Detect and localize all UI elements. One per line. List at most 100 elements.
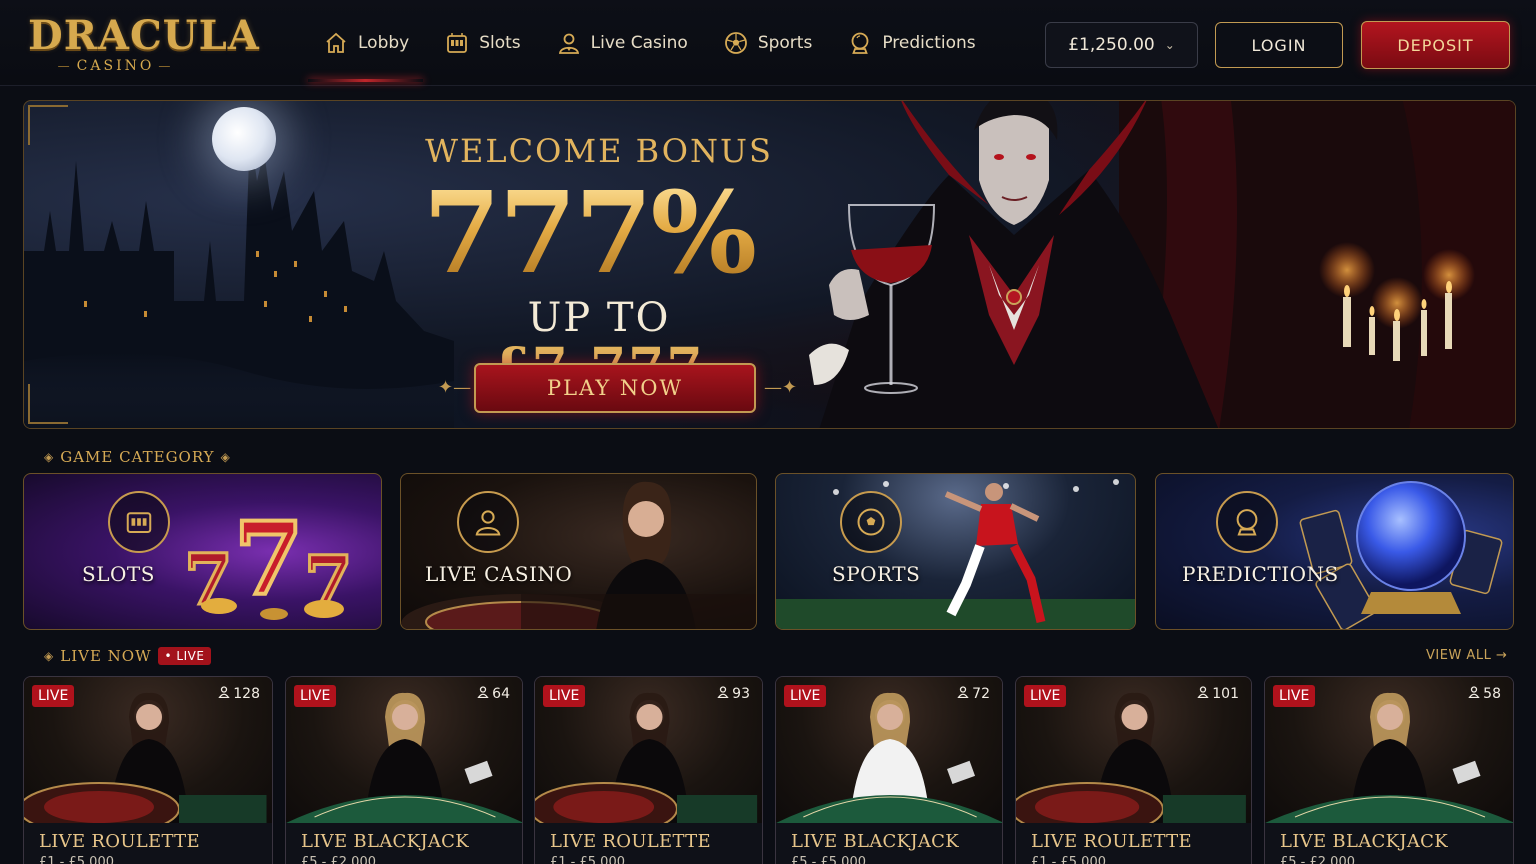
category-label: PREDICTIONS <box>1182 562 1339 586</box>
login-button[interactable]: LOGIN <box>1215 22 1343 68</box>
view-all-link[interactable]: VIEW ALL → <box>1426 648 1507 663</box>
viewer-count: 64 <box>477 686 510 702</box>
svg-text:7: 7 <box>234 500 304 618</box>
category-card-slots[interactable]: 7 7 7 SLOTS <box>23 473 382 630</box>
category-label: LIVE CASINO <box>425 562 573 586</box>
live-game-card[interactable]: LIVE 64 LIVE BLACKJACK £5 - £2,000 <box>285 676 523 864</box>
live-badge: LIVE <box>32 685 75 707</box>
nav-item-predictions[interactable]: Predictions <box>832 0 989 86</box>
viewer-count: 128 <box>218 686 260 702</box>
user-icon <box>717 686 729 702</box>
dealer-icon <box>555 29 583 57</box>
main-nav: Lobby Slots Live Casino Sports Predictio… <box>308 0 996 86</box>
dealer-illustration <box>401 481 756 629</box>
top-header: DRACULA CASINO Lobby Slots Live Casino <box>0 0 1536 86</box>
hero-banner[interactable]: WELCOME BONUS 777% UP TO £7,777 ✦— PLAY … <box>23 100 1516 429</box>
nav-item-sports[interactable]: Sports <box>708 0 827 86</box>
live-game-card[interactable]: LIVE 128 LIVE ROULETTE £1 - £5,000 <box>23 676 273 864</box>
category-label: SLOTS <box>82 562 155 586</box>
user-icon <box>1468 686 1480 702</box>
user-icon <box>1197 686 1210 702</box>
nav-label: Slots <box>479 33 521 53</box>
brand-logo[interactable]: DRACULA CASINO <box>28 12 260 78</box>
home-icon <box>322 29 350 57</box>
bonus-cap-prefix: UP TO <box>527 295 671 341</box>
diamond-ornament-icon: ◈ <box>44 649 55 663</box>
soccer-ball-icon <box>722 29 750 57</box>
vampire-illustration <box>809 101 1515 428</box>
corner-ornament <box>28 105 68 145</box>
live-indicator-badge: • LIVE <box>157 647 212 665</box>
viewer-number: 72 <box>972 686 990 702</box>
live-game-title: LIVE BLACKJACK <box>301 831 469 852</box>
deposit-button[interactable]: DEPOSIT <box>1361 21 1510 69</box>
live-badge: LIVE <box>294 685 337 707</box>
category-card-predictions[interactable]: PREDICTIONS <box>1155 473 1514 630</box>
live-game-card[interactable]: LIVE 58 LIVE BLACKJACK £5 - £2,000 <box>1264 676 1514 864</box>
live-game-limits: £5 - £2,000 <box>1280 855 1355 864</box>
live-game-card[interactable]: LIVE 72 LIVE BLACKJACK £5 - £5,000 <box>775 676 1003 864</box>
soccer-ball-icon <box>840 491 902 553</box>
viewer-count: 101 <box>1197 686 1239 702</box>
live-game-card[interactable]: LIVE 93 LIVE ROULETTE £1 - £5,000 <box>534 676 763 864</box>
diamond-ornament-icon: ◈ <box>44 450 55 464</box>
category-card-live-casino[interactable]: LIVE CASINO <box>400 473 757 630</box>
user-icon <box>957 686 969 702</box>
nav-label: Live Casino <box>590 33 688 53</box>
dealer-icon <box>457 491 519 553</box>
nav-item-lobby[interactable]: Lobby <box>308 0 424 86</box>
viewer-number: 58 <box>1483 686 1501 702</box>
corner-ornament <box>28 384 68 424</box>
live-game-title: LIVE ROULETTE <box>39 831 200 852</box>
user-icon <box>218 686 231 702</box>
hero-copy: WELCOME BONUS 777% UP TO £7,777 <box>419 127 779 397</box>
balance-amount: £1,250.00 <box>1068 35 1155 55</box>
live-game-card[interactable]: LIVE 101 LIVE ROULETTE £1 - £5,000 <box>1015 676 1252 864</box>
category-label: SPORTS <box>832 562 921 586</box>
crystal-ball-illustration <box>1299 481 1503 629</box>
ornament-right-icon: —✦ <box>764 377 798 398</box>
live-game-title: LIVE ROULETTE <box>1031 831 1192 852</box>
live-game-limits: £5 - £5,000 <box>791 855 866 864</box>
live-game-limits: £1 - £5,000 <box>550 855 625 864</box>
viewer-number: 64 <box>492 686 510 702</box>
viewer-number: 101 <box>1212 686 1239 702</box>
live-badge: LIVE <box>1024 685 1067 707</box>
nav-label: Lobby <box>358 33 410 53</box>
nav-item-slots[interactable]: Slots <box>429 0 534 86</box>
soccer-player-illustration <box>776 479 1135 629</box>
ornament-left-icon: ✦— <box>438 377 472 398</box>
live-game-limits: £1 - £5,000 <box>39 855 114 864</box>
bonus-percent: 777% <box>399 175 779 293</box>
live-game-limits: £5 - £2,000 <box>301 855 376 864</box>
category-card-sports[interactable]: SPORTS <box>775 473 1136 630</box>
live-badge: LIVE <box>543 685 586 707</box>
slot-machine-icon <box>108 491 170 553</box>
crystal-ball-icon <box>846 29 874 57</box>
chevron-down-icon: ⌄ <box>1164 38 1175 52</box>
play-now-button[interactable]: PLAY NOW <box>474 363 756 413</box>
nav-label: Predictions <box>882 33 976 53</box>
section-title-categories: ◈ GAME CATEGORY ◈ <box>44 448 231 466</box>
live-game-title: LIVE BLACKJACK <box>1280 831 1448 852</box>
brand-name: DRACULA <box>28 12 260 59</box>
viewer-count: 58 <box>1468 686 1501 702</box>
moon-illustration <box>212 107 276 171</box>
live-game-limits: £1 - £5,000 <box>1031 855 1106 864</box>
user-icon <box>477 686 489 702</box>
crystal-ball-icon <box>1216 491 1278 553</box>
live-game-title: LIVE BLACKJACK <box>791 831 959 852</box>
nav-label: Sports <box>757 33 813 53</box>
diamond-ornament-icon: ◈ <box>220 450 231 464</box>
viewer-count: 72 <box>957 686 990 702</box>
live-badge: LIVE <box>784 685 827 707</box>
section-title-live: ◈ LIVE NOW • LIVE <box>38 647 212 665</box>
balance-dropdown[interactable]: £1,250.00 ⌄ <box>1045 22 1198 68</box>
live-game-title: LIVE ROULETTE <box>550 831 711 852</box>
nav-item-live-casino[interactable]: Live Casino <box>541 0 702 86</box>
live-badge: LIVE <box>1273 685 1316 707</box>
lucky-sevens-illustration: 7 7 7 <box>183 498 355 624</box>
brand-subtitle: CASINO <box>28 58 203 74</box>
viewer-count: 93 <box>717 686 750 702</box>
viewer-number: 128 <box>233 686 260 702</box>
